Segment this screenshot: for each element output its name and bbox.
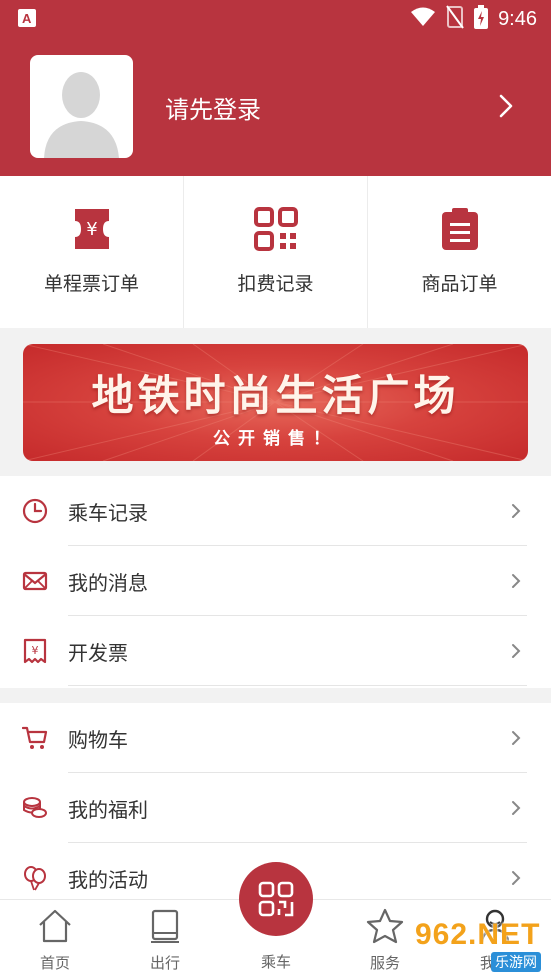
default-avatar-icon[interactable] xyxy=(30,55,133,158)
single-ticket-orders-button[interactable]: ¥ 单程票订单 xyxy=(0,176,183,328)
header: A 9:46 请先登录 xyxy=(0,0,551,176)
receipt-yen-icon: ¥ xyxy=(22,638,48,664)
clipboard-list-icon xyxy=(440,207,480,255)
promo-banner[interactable]: 地铁时尚生活广场 公开销售！ xyxy=(23,344,528,461)
qr-code-icon xyxy=(253,207,298,255)
svg-text:A: A xyxy=(22,11,32,26)
menu-item-my-messages[interactable]: 我的消息 xyxy=(0,546,551,616)
menu-item-label: 我的福利 xyxy=(68,797,148,822)
svg-text:¥: ¥ xyxy=(32,644,39,657)
coins-icon xyxy=(22,795,48,821)
ride-qr-icon xyxy=(258,881,294,917)
menu-group-1: 乘车记录 我的消息 ¥ 开发票 xyxy=(0,476,551,688)
banner-subtitle: 公开销售！ xyxy=(213,429,338,449)
order-label: 扣费记录 xyxy=(237,273,314,295)
menu-item-label: 乘车记录 xyxy=(68,500,148,525)
clock-icon xyxy=(22,498,48,524)
order-label: 单程票订单 xyxy=(43,273,139,295)
watermark: 962.NET 乐游网 xyxy=(415,918,547,974)
cart-icon xyxy=(21,725,48,751)
star-icon xyxy=(366,908,404,944)
chevron-right-icon xyxy=(511,503,521,523)
status-time: 9:46 xyxy=(498,7,537,30)
ticket-yen-icon: ¥ xyxy=(72,207,112,255)
login-prompt[interactable]: 请先登录 xyxy=(165,90,261,125)
svg-text:¥: ¥ xyxy=(86,219,97,240)
banner-title: 地铁时尚生活广场 xyxy=(91,371,460,420)
envelope-icon xyxy=(22,568,48,594)
menu-item-label: 购物车 xyxy=(68,727,128,752)
status-bar: A 9:46 xyxy=(0,0,551,40)
battery-charging-icon xyxy=(474,5,489,33)
tablet-icon xyxy=(151,909,179,943)
wifi-icon xyxy=(410,6,436,32)
divider xyxy=(68,685,527,686)
menu-item-label: 开发票 xyxy=(68,640,128,665)
order-shortcuts: ¥ 单程票订单 扣费记录 商品订单 xyxy=(0,176,551,328)
nav-home[interactable]: 首页 xyxy=(10,900,100,979)
chevron-right-icon xyxy=(511,643,521,663)
deduction-records-button[interactable]: 扣费记录 xyxy=(183,176,367,328)
nav-travel[interactable]: 出行 xyxy=(120,900,210,979)
nav-label: 出行 xyxy=(149,954,180,972)
chevron-right-icon xyxy=(511,573,521,593)
watermark-sub: 乐游网 xyxy=(491,952,541,972)
order-label: 商品订单 xyxy=(421,273,498,295)
profile-login-row[interactable]: 请先登录 xyxy=(0,40,551,176)
menu-item-label: 我的活动 xyxy=(68,867,148,892)
nav-ride-label: 乘车 xyxy=(260,953,291,971)
menu-item-my-benefits[interactable]: 我的福利 xyxy=(0,773,551,843)
app-a-icon: A xyxy=(18,9,36,27)
watermark-text: 962.NET xyxy=(415,918,541,951)
banner-section: 地铁时尚生活广场 公开销售！ xyxy=(0,328,551,476)
home-icon xyxy=(39,909,71,943)
menu-item-shopping-cart[interactable]: 购物车 xyxy=(0,703,551,773)
nav-label: 首页 xyxy=(39,954,70,972)
chevron-right-icon[interactable] xyxy=(499,94,513,122)
balloons-icon xyxy=(22,865,48,891)
no-signal-icon xyxy=(446,5,464,33)
product-orders-button[interactable]: 商品订单 xyxy=(367,176,551,328)
menu-item-invoice[interactable]: ¥ 开发票 xyxy=(0,616,551,686)
chevron-right-icon xyxy=(511,730,521,750)
nav-ride-button[interactable] xyxy=(239,862,313,936)
menu-item-label: 我的消息 xyxy=(68,570,148,595)
chevron-right-icon xyxy=(511,800,521,820)
chevron-right-icon xyxy=(511,870,521,890)
menu-item-ride-records[interactable]: 乘车记录 xyxy=(0,476,551,546)
